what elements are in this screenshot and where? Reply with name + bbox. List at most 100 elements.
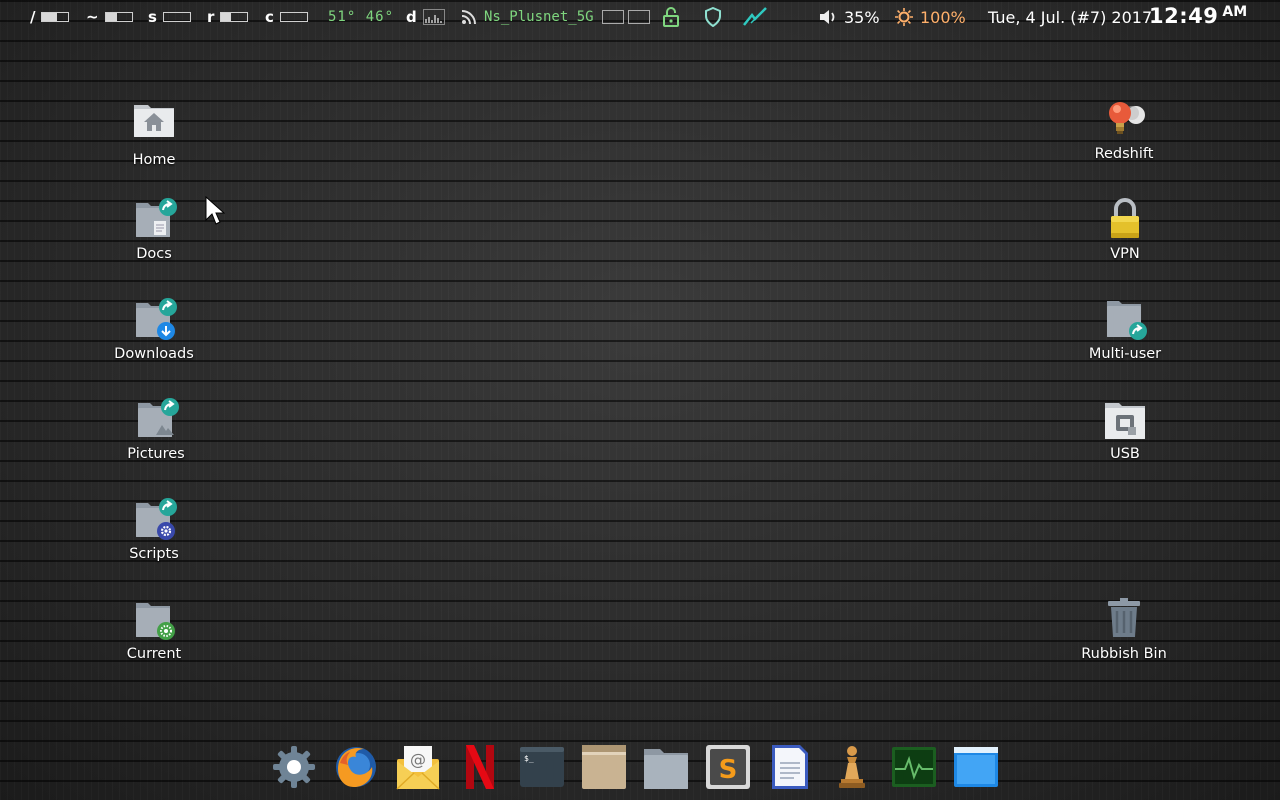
lock-button[interactable] [663, 7, 679, 27]
dock-netflix[interactable] [456, 743, 504, 791]
dock-terminal[interactable]: $_ [518, 743, 566, 791]
dock-chess[interactable] [828, 743, 876, 791]
desktop-icon-label: Scripts [129, 546, 179, 562]
desktop-icon-multi-user[interactable]: Multi-user [1075, 295, 1175, 362]
dock-window[interactable] [952, 743, 1000, 791]
desktop-icon-redshift[interactable]: Redshift [1074, 95, 1174, 162]
activity-button[interactable] [742, 7, 768, 27]
dock: @ $_ S [270, 738, 1000, 796]
terminal-icon: $_ [520, 747, 564, 787]
settings-gear-icon [273, 746, 315, 788]
desktop-icon-label: Home [132, 152, 176, 168]
disk-c-bar [279, 12, 308, 22]
disk-r-widget[interactable]: r [207, 7, 249, 27]
padlock-icon [1111, 198, 1139, 238]
shield-icon [705, 7, 721, 27]
volume-widget[interactable]: 35% [818, 7, 880, 27]
desktop-icon-label: Current [126, 646, 182, 662]
disk-c-label: c [265, 8, 274, 26]
mail-icon: @ [396, 746, 440, 790]
desktop-icon-label: Multi-user [1088, 346, 1162, 362]
redshift-icon [1109, 102, 1145, 134]
disk-activity-widget[interactable]: d [406, 7, 445, 27]
docs-folder-icon [136, 198, 177, 237]
file-manager-icon [582, 745, 626, 789]
disk-root-label: / [30, 8, 36, 26]
home-folder-icon [134, 105, 174, 137]
sun-icon [895, 8, 913, 26]
dock-settings[interactable] [270, 743, 318, 791]
date-display[interactable]: Tue, 4 Jul. (#7) 2017 [988, 7, 1152, 27]
desktop-icon-scripts[interactable]: Scripts [104, 495, 204, 562]
shared-folder-icon [1107, 301, 1147, 340]
dock-file-manager[interactable] [580, 743, 628, 791]
desktop-icon-vpn[interactable]: VPN [1075, 195, 1175, 262]
svg-text:S: S [719, 755, 738, 785]
scripts-folder-icon [136, 498, 177, 540]
pulse-icon [743, 7, 767, 26]
dock-firefox[interactable] [332, 743, 380, 791]
disk-s-widget[interactable]: s [148, 7, 191, 27]
activity-graph-icon [422, 9, 445, 25]
system-monitor-icon [892, 747, 936, 787]
desktop-icon-current[interactable]: Current [104, 595, 204, 662]
net-up-graph [601, 10, 624, 24]
dock-text-document[interactable] [766, 743, 814, 791]
pictures-folder-icon [138, 398, 179, 437]
disk-activity-label: d [406, 8, 417, 26]
desktop-icon-label: Rubbish Bin [1081, 646, 1167, 662]
disk-home-widget[interactable]: ~ [86, 7, 133, 27]
desktop-icon-usb[interactable]: USB [1075, 395, 1175, 462]
window-icon [954, 747, 998, 787]
downloads-folder-icon [136, 298, 177, 340]
disk-root-bar [41, 12, 70, 22]
shield-button[interactable] [704, 7, 722, 27]
speaker-icon [820, 10, 835, 24]
desktop-icon-downloads[interactable]: Downloads [104, 295, 204, 362]
desktop-icon-label: USB [1110, 446, 1140, 462]
svg-text:$_: $_ [524, 754, 534, 763]
netflix-icon [466, 745, 494, 789]
disk-home-bar [104, 12, 133, 22]
padlock-open-icon [663, 7, 679, 27]
current-folder-icon [136, 603, 175, 640]
clock[interactable]: 12:49 AM [1149, 4, 1247, 28]
disk-c-widget[interactable]: c [265, 7, 308, 27]
desktop-icon-label: Redshift [1094, 146, 1154, 162]
wifi-ssid: Ns_Plusnet_5G [484, 9, 594, 25]
text-document-icon [772, 745, 808, 789]
top-panel: / ~ s r c 51° 46° d Ns_Plusnet_5G 35% 10… [0, 0, 1280, 34]
desktop-icon-home[interactable]: Home [104, 101, 204, 168]
folder-icon [644, 749, 688, 789]
desktop-icon-label: Pictures [127, 446, 185, 462]
desktop-icon-pictures[interactable]: Pictures [106, 395, 206, 462]
dock-system-monitor[interactable] [890, 743, 938, 791]
volume-value: 35% [844, 7, 880, 27]
disk-r-label: r [207, 8, 215, 26]
clock-ampm: AM [1222, 4, 1248, 20]
desktop-icon-docs[interactable]: Docs [104, 195, 204, 262]
desktop-icon-label: VPN [1110, 246, 1140, 262]
sublime-text-icon: S [706, 745, 750, 789]
dock-folder[interactable] [642, 743, 690, 791]
trash-icon [1108, 598, 1140, 637]
desktop-icon-label: Docs [136, 246, 172, 262]
brightness-value: 100% [920, 7, 966, 27]
disk-s-label: s [148, 8, 157, 26]
desktop-icon-label: Downloads [114, 346, 194, 362]
svg-text:@: @ [410, 750, 426, 769]
desktop-icon-rubbish-bin[interactable]: Rubbish Bin [1074, 595, 1174, 662]
brightness-widget[interactable]: 100% [894, 7, 966, 27]
rss-wifi-icon [461, 10, 476, 25]
net-down-graph [627, 10, 650, 24]
firefox-icon [336, 747, 376, 787]
dock-sublime-text[interactable]: S [704, 743, 752, 791]
disk-root-widget[interactable]: / [30, 7, 70, 27]
usb-drive-icon [1105, 403, 1145, 439]
mouse-pointer-icon [205, 196, 225, 225]
clock-time: 12:49 [1149, 4, 1219, 28]
wifi-widget[interactable]: Ns_Plusnet_5G [461, 7, 650, 27]
disk-home-label: ~ [86, 8, 99, 26]
disk-s-bar [162, 12, 191, 22]
dock-mail[interactable]: @ [394, 743, 442, 791]
